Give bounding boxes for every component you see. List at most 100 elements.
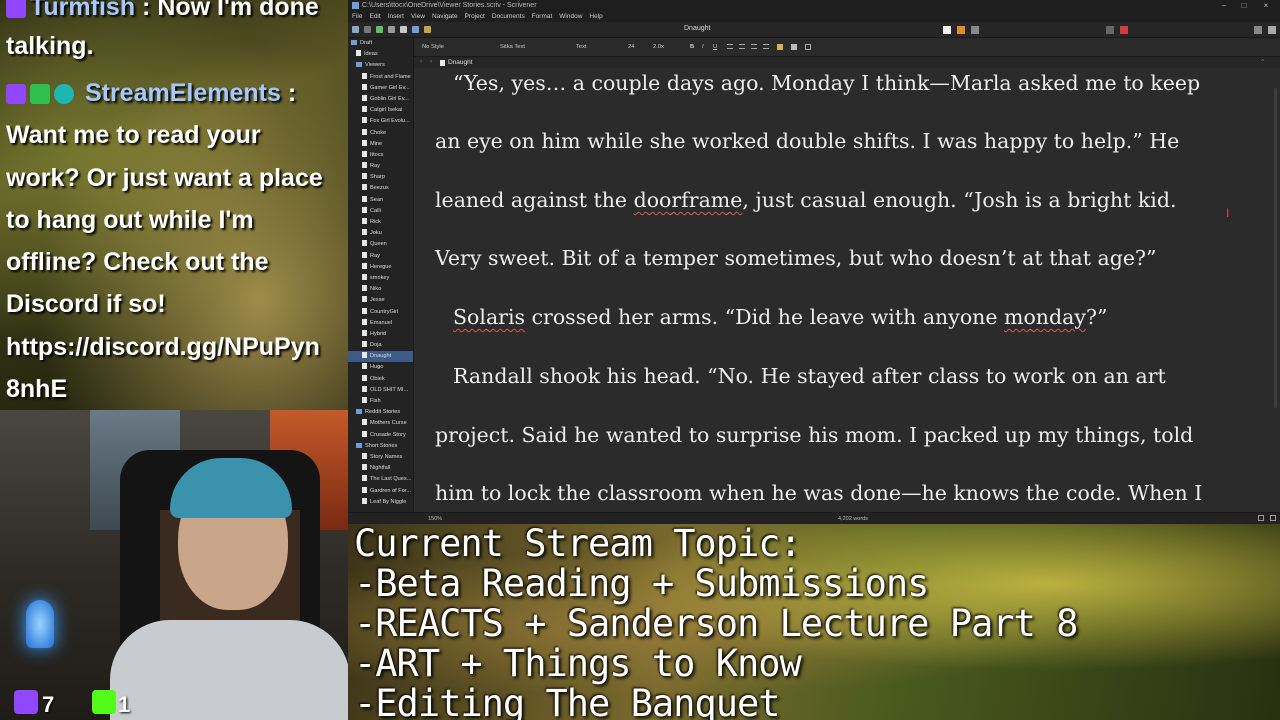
settings-icon[interactable] bbox=[1268, 26, 1276, 34]
bookmark-icon[interactable] bbox=[1120, 26, 1128, 34]
binder-item[interactable]: Hybrid bbox=[348, 329, 413, 340]
underline-button[interactable]: U bbox=[713, 44, 717, 50]
menu-navigate[interactable]: Navigate bbox=[432, 13, 458, 20]
binder-item[interactable]: Nightfall bbox=[348, 463, 413, 474]
menu-file[interactable]: File bbox=[352, 13, 362, 20]
binder-item[interactable]: Queen bbox=[348, 239, 413, 250]
font-family-select[interactable]: Sitka Text bbox=[500, 44, 525, 50]
history-icon[interactable] bbox=[364, 26, 371, 33]
binder-item[interactable]: Draft bbox=[348, 38, 413, 49]
binder-item[interactable]: Beezus bbox=[348, 183, 413, 194]
misspelled-word[interactable]: monday bbox=[1004, 305, 1086, 329]
align-center-icon[interactable] bbox=[739, 44, 745, 49]
menu-project[interactable]: Project bbox=[465, 13, 485, 20]
line-spacing-select[interactable]: 2.0x bbox=[653, 44, 664, 50]
binder-item[interactable]: Short Stories bbox=[348, 441, 413, 452]
view-single-icon[interactable] bbox=[943, 26, 951, 34]
binder-item[interactable]: CountryGirl bbox=[348, 307, 413, 318]
binder-item[interactable]: OLD SHIT MI... bbox=[348, 385, 413, 396]
binder-item[interactable]: Sharp bbox=[348, 172, 413, 183]
binder-item[interactable]: Dnaught bbox=[348, 351, 413, 363]
editor-scrollbar[interactable] bbox=[1272, 68, 1280, 512]
zoom-level[interactable]: 150% bbox=[428, 516, 442, 522]
font-face-select[interactable]: Text bbox=[576, 44, 587, 50]
menu-edit[interactable]: Edit bbox=[369, 13, 380, 20]
folder-icon[interactable] bbox=[388, 26, 395, 33]
menu-insert[interactable]: Insert bbox=[388, 13, 404, 20]
binder-item[interactable]: Goblin Girl Ev... bbox=[348, 94, 413, 105]
menu-help[interactable]: Help bbox=[589, 13, 602, 20]
align-left-icon[interactable] bbox=[727, 44, 733, 49]
highlight-icon[interactable] bbox=[777, 44, 783, 50]
text-color-icon[interactable] bbox=[791, 44, 797, 50]
binder-item[interactable]: Ray bbox=[348, 161, 413, 172]
align-right-icon[interactable] bbox=[751, 44, 757, 49]
font-size-select[interactable]: 24 bbox=[628, 44, 634, 50]
stream-topic-banner: Current Stream Topic: -Beta Reading + Su… bbox=[348, 524, 1280, 720]
nav-forward-icon[interactable]: › bbox=[430, 58, 432, 65]
trash-icon[interactable] bbox=[400, 26, 407, 33]
editor-text-area[interactable]: “Yes, yes… a couple days ago. Monday I t… bbox=[414, 68, 1274, 512]
binder-toggle-icon[interactable] bbox=[352, 26, 359, 33]
binder-item[interactable]: Gamer Girl Ev... bbox=[348, 83, 413, 94]
binder-item[interactable]: The Last Ques... bbox=[348, 474, 413, 485]
scrollbar-thumb[interactable] bbox=[1274, 88, 1277, 408]
binder-item[interactable]: Ray bbox=[348, 251, 413, 262]
editor-doc-title: Dnaught bbox=[448, 59, 473, 66]
menu-window[interactable]: Window bbox=[559, 13, 582, 20]
bold-button[interactable]: B bbox=[690, 44, 694, 50]
nav-back-icon[interactable]: ‹ bbox=[420, 58, 422, 65]
binder-item[interactable]: Ideas bbox=[348, 49, 413, 60]
header-up-icon[interactable]: ⌃ bbox=[1260, 58, 1265, 66]
maximize-button[interactable]: □ bbox=[1234, 0, 1254, 11]
binder-item[interactable]: Calli bbox=[348, 206, 413, 217]
view-corkboard-icon[interactable] bbox=[957, 26, 965, 34]
binder-item[interactable]: Ittocs bbox=[348, 150, 413, 161]
binder-item[interactable]: Gardren of For... bbox=[348, 486, 413, 497]
misspelled-word[interactable]: doorframe bbox=[634, 188, 743, 212]
link-icon[interactable] bbox=[412, 26, 419, 33]
binder-item[interactable]: Rick bbox=[348, 217, 413, 228]
binder-item[interactable]: Niko bbox=[348, 284, 413, 295]
binder-item[interactable]: Hugo bbox=[348, 362, 413, 373]
binder-item[interactable]: Catgirl Isekai bbox=[348, 105, 413, 116]
add-icon[interactable] bbox=[376, 26, 383, 33]
compile-icon[interactable] bbox=[424, 26, 431, 33]
twitch-viewers-icon bbox=[14, 690, 38, 714]
binder-item[interactable]: Choke bbox=[348, 128, 413, 139]
close-button[interactable]: × bbox=[1256, 0, 1276, 11]
binder-item[interactable]: Mothers Curse bbox=[348, 418, 413, 429]
binder-item[interactable]: smokey bbox=[348, 273, 413, 284]
binder-item[interactable]: Sean bbox=[348, 195, 413, 206]
binder-item[interactable]: Jesse bbox=[348, 295, 413, 306]
footer-options-icon[interactable] bbox=[1270, 515, 1276, 521]
binder-item[interactable]: Joku bbox=[348, 228, 413, 239]
inspector-icon[interactable] bbox=[1254, 26, 1262, 34]
binder-item[interactable]: Doja bbox=[348, 340, 413, 351]
view-outline-icon[interactable] bbox=[971, 26, 979, 34]
list-icon[interactable] bbox=[805, 44, 811, 50]
misspelled-word[interactable]: Solaris bbox=[453, 305, 525, 329]
share-icon[interactable] bbox=[1106, 26, 1114, 34]
binder-item[interactable]: Leaf By Niggle bbox=[348, 497, 413, 508]
binder-item[interactable]: Fish bbox=[348, 396, 413, 407]
binder-item[interactable]: Crusade Story bbox=[348, 430, 413, 441]
binder-item[interactable]: Heregue bbox=[348, 262, 413, 273]
menu-view[interactable]: View bbox=[411, 13, 425, 20]
binder-item[interactable]: Frost and Flame bbox=[348, 72, 413, 83]
justify-icon[interactable] bbox=[763, 44, 769, 49]
binder-item[interactable]: Story Names bbox=[348, 452, 413, 463]
binder-item[interactable]: Reddit Stories bbox=[348, 407, 413, 418]
style-select[interactable]: No Style bbox=[422, 44, 444, 50]
minimize-button[interactable]: – bbox=[1214, 0, 1234, 11]
binder-item[interactable]: Obiek bbox=[348, 374, 413, 385]
italic-button[interactable]: I bbox=[702, 44, 704, 50]
binder-item[interactable]: Viewers bbox=[348, 60, 413, 71]
binder-item[interactable]: Mine bbox=[348, 139, 413, 150]
menu-documents[interactable]: Documents bbox=[492, 13, 525, 20]
target-icon[interactable] bbox=[1258, 515, 1264, 521]
document-icon bbox=[362, 195, 367, 202]
menu-format[interactable]: Format bbox=[532, 13, 553, 20]
binder-item[interactable]: Fox Girl Evolu... bbox=[348, 116, 413, 127]
binder-item[interactable]: Emanuel bbox=[348, 318, 413, 329]
